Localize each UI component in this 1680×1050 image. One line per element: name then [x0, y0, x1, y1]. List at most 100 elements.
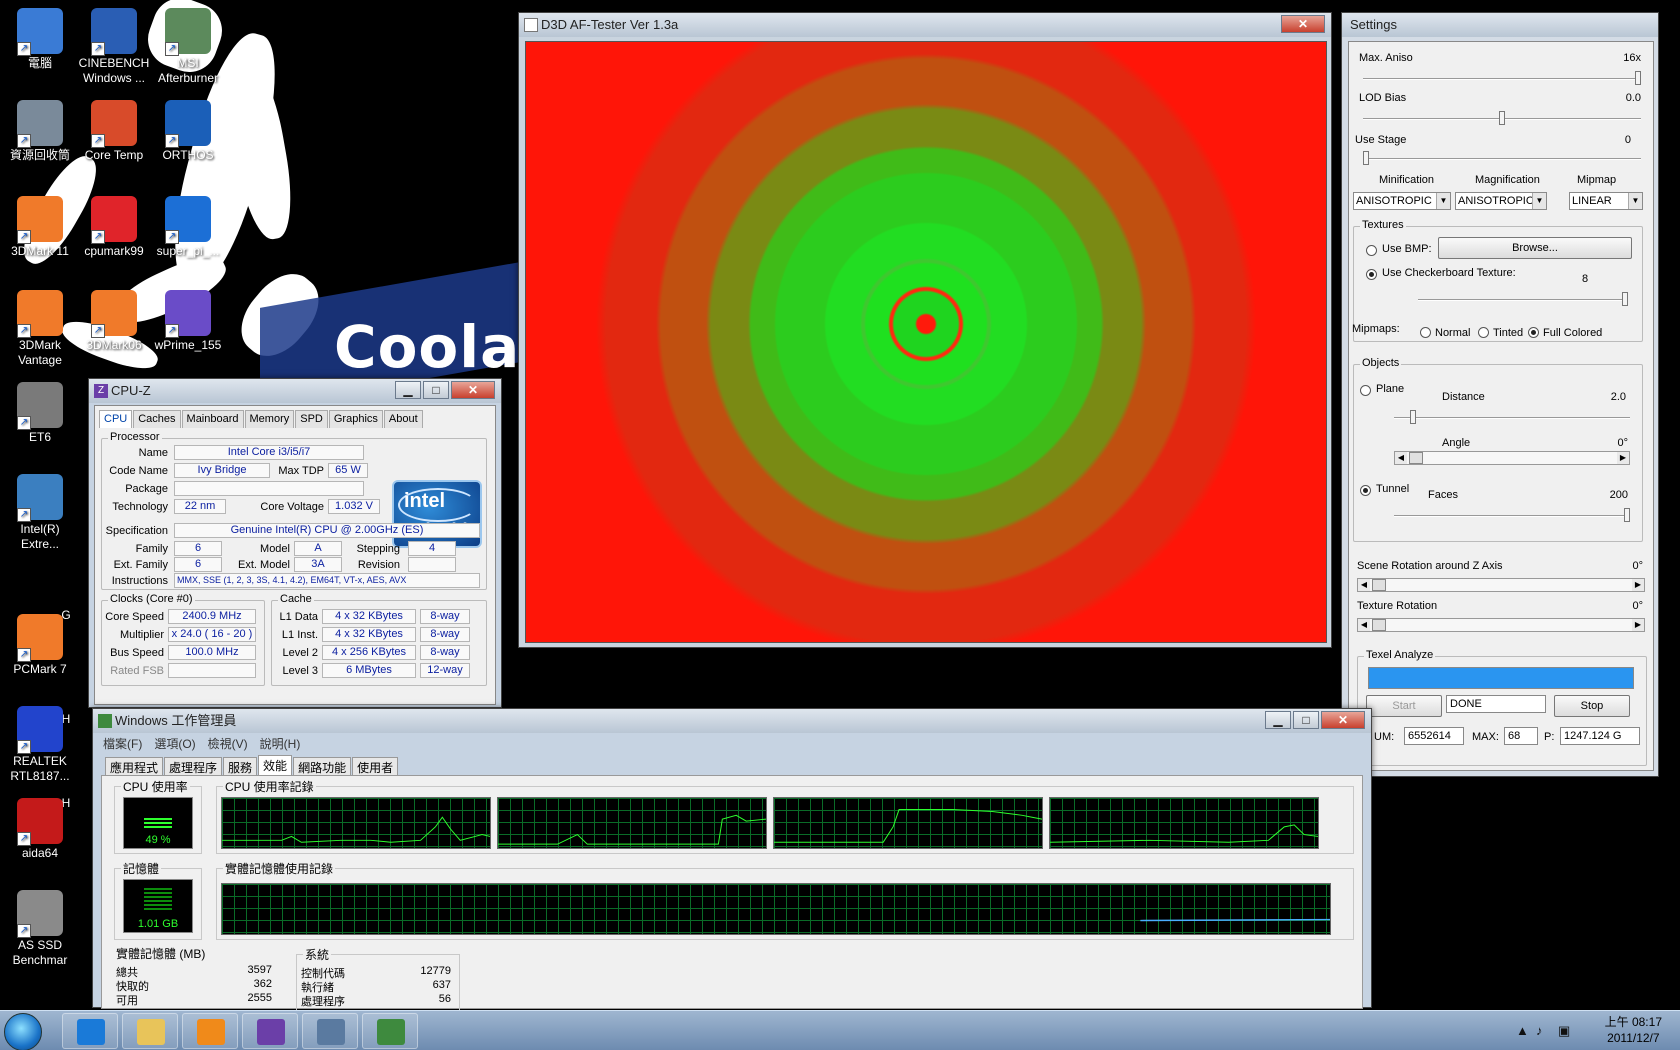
maximize-button[interactable]: □: [1293, 711, 1319, 729]
plane-radio[interactable]: [1360, 385, 1371, 396]
desktop-icon[interactable]: ↗ CINEBENCH Windows ...: [74, 8, 154, 86]
menu-item[interactable]: 說明(H): [260, 735, 301, 752]
desktop-icon[interactable]: ↗ 3DMark06: [74, 290, 154, 353]
desktop-icon[interactable]: ↗ ET6: [0, 382, 80, 445]
task-manager-titlebar[interactable]: Windows 工作管理員 ▁ □ ✕: [93, 709, 1371, 733]
af-tester-titlebar[interactable]: D3D AF-Tester Ver 1.3a ✕: [519, 13, 1331, 37]
use-checker-radio[interactable]: [1366, 269, 1377, 280]
mip-normal-radio[interactable]: [1420, 327, 1431, 338]
faces-slider-thumb[interactable]: [1624, 508, 1630, 522]
angle-scrollbar[interactable]: ◀ ▶: [1394, 451, 1630, 465]
use-stage-slider-thumb[interactable]: [1363, 151, 1369, 165]
task-manager-tab[interactable]: 效能: [258, 755, 293, 775]
task-manager-tab[interactable]: 服務: [223, 757, 258, 775]
start-button[interactable]: [4, 1013, 42, 1050]
scroll-thumb[interactable]: [1372, 579, 1386, 591]
taskbar-cpu-z-button[interactable]: [242, 1013, 298, 1049]
cpuz-titlebar[interactable]: Z CPU-Z ▁ □ ✕: [89, 379, 501, 403]
menu-item[interactable]: 檔案(F): [103, 735, 142, 752]
desktop-icon[interactable]: ↗ cpumark99: [74, 196, 154, 259]
af-test-render-view[interactable]: [525, 41, 1327, 643]
maximize-button[interactable]: □: [423, 381, 449, 399]
max-aniso-slider[interactable]: [1363, 78, 1641, 80]
scroll-right-icon[interactable]: ▶: [1632, 619, 1644, 631]
taskbar-media-player-button[interactable]: [182, 1013, 238, 1049]
close-button[interactable]: ✕: [1281, 15, 1325, 33]
settings-window[interactable]: Settings Max. Aniso 16x LOD Bias 0.0 Use…: [1341, 12, 1659, 777]
desktop-icon[interactable]: ↗ wPrime_155: [148, 290, 228, 353]
cpuz-window[interactable]: Z CPU-Z ▁ □ ✕ CPU Caches Mainboard Memory SP…: [88, 378, 502, 708]
use-bmp-radio[interactable]: [1366, 245, 1377, 256]
scroll-left-icon[interactable]: ◀: [1358, 579, 1370, 591]
desktop-icon[interactable]: ↗ Intel(R) Extre...: [0, 474, 80, 552]
desktop-icon[interactable]: ↗ AS SSD Benchmar: [0, 890, 80, 968]
cpuz-tab[interactable]: Caches: [133, 410, 181, 428]
cpuz-tab[interactable]: Memory: [244, 410, 295, 428]
task-manager-window[interactable]: Windows 工作管理員 ▁ □ ✕ 檔案(F) 選項(O) 檢視(V) 說明(H)…: [92, 708, 1372, 1014]
desktop-icon[interactable]: ↗ super_pi_...: [148, 196, 228, 259]
task-manager-tab[interactable]: 使用者: [352, 757, 399, 775]
distance-slider-thumb[interactable]: [1410, 410, 1416, 424]
taskbar-internet-explorer-button[interactable]: [62, 1013, 118, 1049]
scroll-left-icon[interactable]: ◀: [1358, 619, 1370, 631]
start-button[interactable]: Start: [1366, 695, 1442, 717]
desktop-icon[interactable]: ↗ aida64: [0, 798, 80, 861]
chevron-down-icon: ▼: [1436, 193, 1450, 209]
menu-item[interactable]: 選項(O): [154, 735, 195, 752]
clock[interactable]: 上午 08:17 2011/12/7: [1605, 1014, 1662, 1046]
desktop-icon[interactable]: ↗ PCMark 7: [0, 614, 80, 677]
af-tester-window[interactable]: D3D AF-Tester Ver 1.3a ✕: [518, 12, 1332, 648]
texture-rotation-scrollbar[interactable]: ◀ ▶: [1357, 618, 1645, 632]
settings-titlebar[interactable]: Settings: [1342, 13, 1658, 37]
cpuz-tab[interactable]: CPU: [99, 410, 133, 428]
cpuz-tab[interactable]: Mainboard: [181, 410, 244, 428]
scroll-thumb[interactable]: [1409, 452, 1423, 464]
desktop-icon[interactable]: ↗ 3DMark 11: [0, 196, 80, 259]
scroll-thumb[interactable]: [1372, 619, 1386, 631]
faces-slider[interactable]: [1394, 515, 1630, 517]
texel-analyze-group: Texel Analyze Start DONE Stop UM: 655261…: [1357, 649, 1647, 766]
taskbar-task-manager-button[interactable]: [362, 1013, 418, 1049]
cpuz-tab[interactable]: About: [383, 410, 423, 428]
scroll-right-icon[interactable]: ▶: [1632, 579, 1644, 591]
desktop-icon[interactable]: ↗ ORTHOS: [148, 100, 228, 163]
desktop-icon[interactable]: ↗ REALTEK RTL8187...: [0, 706, 80, 784]
show-hidden-icons[interactable]: ▲: [1516, 1023, 1529, 1038]
desktop-icon[interactable]: ↗ 3DMark Vantage: [0, 290, 80, 368]
close-button[interactable]: ✕: [451, 381, 495, 399]
desktop-icon[interactable]: ↗ 電腦: [0, 8, 80, 71]
mip-tinted-radio[interactable]: [1478, 327, 1489, 338]
cpuz-tab[interactable]: Graphics: [328, 410, 383, 428]
distance-slider[interactable]: [1394, 417, 1630, 419]
minification-select[interactable]: ANISOTROPIC ▼: [1353, 192, 1451, 210]
checker-size-slider-thumb[interactable]: [1622, 292, 1628, 306]
scene-rotation-scrollbar[interactable]: ◀ ▶: [1357, 578, 1645, 592]
browse-button[interactable]: Browse...: [1438, 237, 1632, 259]
mip-full-colored-radio[interactable]: [1528, 327, 1539, 338]
minimize-button[interactable]: ▁: [395, 381, 421, 399]
desktop-icon[interactable]: ↗ MSI Afterburner: [148, 8, 228, 86]
use-stage-slider[interactable]: [1363, 158, 1641, 160]
max-aniso-slider-thumb[interactable]: [1635, 71, 1641, 85]
taskbar-explorer-button[interactable]: [122, 1013, 178, 1049]
mipmap-select[interactable]: LINEAR ▼: [1569, 192, 1643, 210]
desktop-icon[interactable]: ↗ Core Temp: [74, 100, 154, 163]
stop-button[interactable]: Stop: [1554, 695, 1630, 717]
scroll-right-icon[interactable]: ▶: [1617, 452, 1629, 464]
minimize-button[interactable]: ▁: [1265, 711, 1291, 729]
task-manager-tab[interactable]: 應用程式: [105, 757, 164, 775]
task-manager-tab[interactable]: 處理程序: [164, 757, 223, 775]
task-manager-tab[interactable]: 網路功能: [293, 757, 352, 775]
taskbar-af-tester-button[interactable]: [302, 1013, 358, 1049]
close-button[interactable]: ✕: [1321, 711, 1365, 729]
tunnel-radio[interactable]: [1360, 485, 1371, 496]
network-icon[interactable]: ▣: [1558, 1023, 1570, 1039]
menu-item[interactable]: 檢視(V): [208, 735, 248, 752]
cpuz-tab[interactable]: SPD: [295, 410, 328, 428]
desktop-icon[interactable]: ↗ 資源回收筒: [0, 100, 80, 163]
volume-icon[interactable]: ♪: [1536, 1023, 1543, 1038]
scroll-left-icon[interactable]: ◀: [1395, 452, 1407, 464]
checker-size-slider[interactable]: [1418, 299, 1628, 301]
magnification-select[interactable]: ANISOTROPIC ▼: [1455, 192, 1547, 210]
lod-bias-slider-thumb[interactable]: [1499, 111, 1505, 125]
